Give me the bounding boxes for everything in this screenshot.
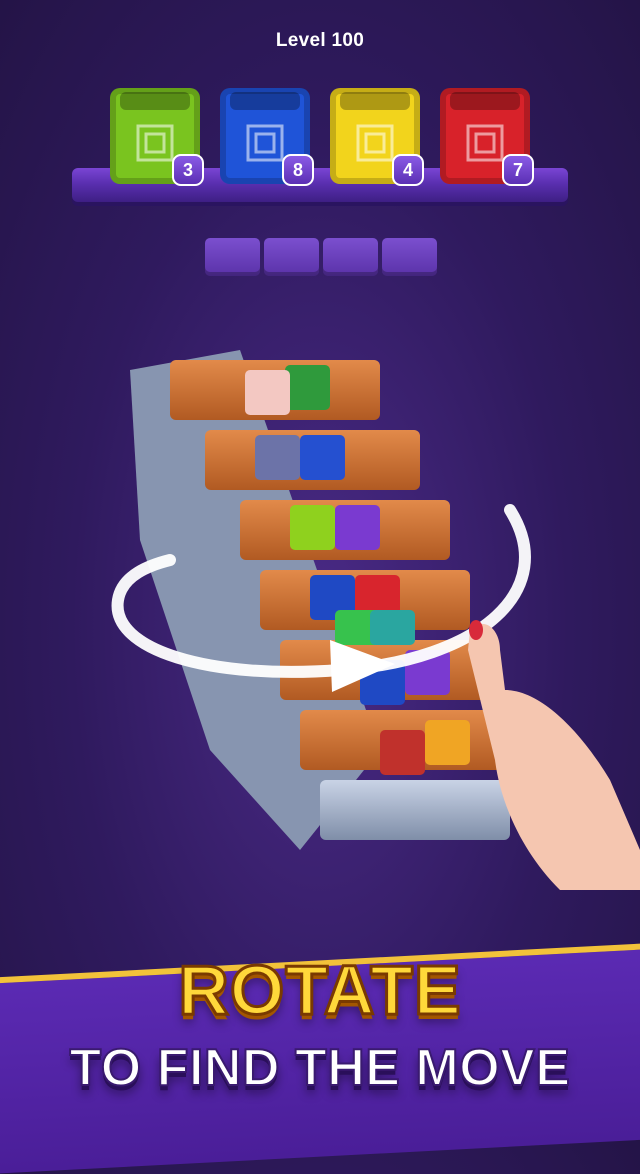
purple-cube[interactable] (335, 505, 380, 550)
clover-pattern-icon (356, 124, 394, 162)
red-cube-2[interactable] (380, 730, 425, 775)
box-rim (230, 92, 300, 110)
slot-3 (323, 238, 378, 276)
step-row-7[interactable] (320, 780, 510, 840)
green-cube[interactable] (285, 365, 330, 410)
collection-slots (205, 238, 437, 276)
box-rim (120, 92, 190, 110)
box-count-badge: 4 (392, 154, 424, 186)
slot-4 (382, 238, 437, 276)
box-count-badge: 7 (502, 154, 534, 186)
lime-cube[interactable] (290, 505, 335, 550)
slot-1 (205, 238, 260, 276)
yellow-cube[interactable] (425, 720, 470, 765)
teal-cube[interactable] (370, 610, 415, 645)
target-box-2: 8 (220, 88, 314, 186)
blue-cube[interactable] (300, 435, 345, 480)
level-title: Level 100 (275, 30, 365, 51)
box-rim (340, 92, 410, 110)
snowflake-pattern-icon (246, 124, 284, 162)
box-rim (450, 92, 520, 110)
square-pattern-icon (136, 124, 174, 162)
diamond-pattern-icon (466, 124, 504, 162)
fingernail-icon (469, 620, 483, 640)
box-count-badge: 8 (282, 154, 314, 186)
white-cube[interactable] (245, 370, 290, 415)
target-box-3: 4 (330, 88, 424, 186)
slot-2 (264, 238, 319, 276)
slate-cube[interactable] (255, 435, 300, 480)
target-box-1: 3 (110, 88, 204, 186)
box-count-badge: 3 (172, 154, 204, 186)
banner-subtitle: TO FIND THE MOVE (68, 1038, 571, 1098)
banner-title: ROTATE (177, 950, 462, 1031)
target-box-4: 7 (440, 88, 534, 186)
cube-staircase-board[interactable] (0, 330, 640, 890)
